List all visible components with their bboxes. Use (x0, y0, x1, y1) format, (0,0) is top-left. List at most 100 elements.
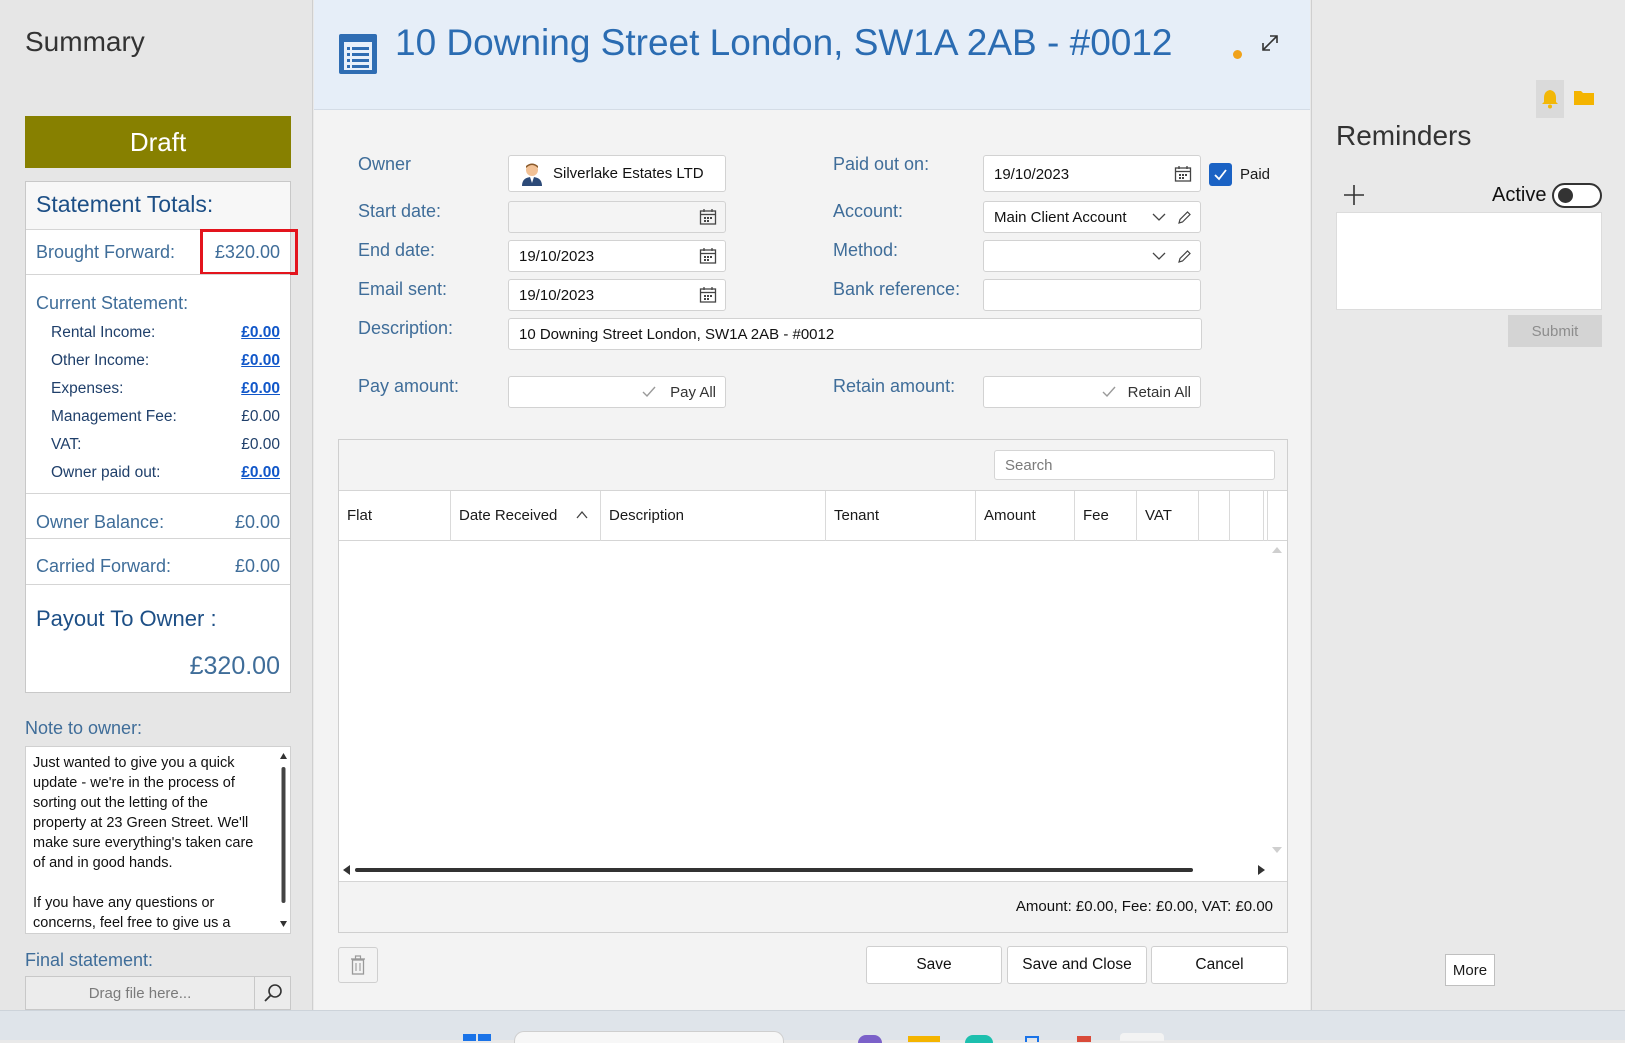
add-icon[interactable] (1343, 184, 1365, 206)
column-header-label: Date Received (459, 507, 558, 524)
pay-all-button[interactable]: Pay All (670, 384, 716, 401)
horizontal-scrollbar[interactable] (343, 863, 1265, 877)
app-icon[interactable] (1025, 1036, 1039, 1042)
submit-button[interactable]: Submit (1508, 315, 1602, 347)
vertical-scrollbar[interactable] (1271, 545, 1283, 857)
start-date-label: Start date: (358, 201, 442, 221)
column-divider (1264, 491, 1268, 541)
owner-label: Owner (358, 154, 412, 174)
grid-search-input[interactable]: Search (994, 450, 1275, 480)
carried-forward-label: Carried Forward: (36, 556, 172, 576)
status-badge[interactable]: Draft (25, 116, 291, 168)
end-date-label: End date: (358, 240, 436, 260)
summary-panel: Summary Draft Statement Totals: Brought … (0, 0, 313, 1010)
cancel-button[interactable]: Cancel (1151, 946, 1288, 984)
summary-line-label: VAT: (51, 436, 82, 453)
column-header-amount[interactable]: Amount (976, 491, 1075, 541)
current-statement-label: Current Statement: (36, 293, 189, 313)
app-icon[interactable] (1077, 1036, 1091, 1042)
owner-field[interactable]: Silverlake Estates LTD (508, 155, 726, 192)
summary-line: Management Fee: £0.00 (51, 408, 280, 426)
active-label: Active (1492, 184, 1547, 206)
pay-amount-field[interactable]: Pay All (508, 376, 726, 408)
calendar-icon[interactable] (699, 247, 717, 265)
note-scrollbar[interactable] (280, 753, 287, 929)
retain-amount-field[interactable]: Retain All (983, 376, 1201, 408)
other-income-link[interactable]: £0.00 (241, 352, 280, 370)
title-bar: 10 Downing Street London, SW1A 2AB - #00… (314, 0, 1310, 110)
summary-line-label: Rental Income: (51, 324, 156, 341)
paid-checkbox[interactable] (1209, 163, 1232, 186)
email-sent-value: 19/10/2023 (519, 287, 595, 304)
expand-icon[interactable] (1259, 32, 1281, 54)
description-field[interactable]: 10 Downing Street London, SW1A 2AB - #00… (508, 318, 1202, 350)
account-select[interactable]: Main Client Account (983, 201, 1201, 233)
method-label: Method: (833, 240, 899, 260)
paid-out-label: Paid out on: (833, 154, 930, 174)
end-date-value: 19/10/2023 (519, 248, 595, 265)
column-header-description[interactable]: Description (601, 491, 826, 541)
email-sent-field[interactable]: 19/10/2023 (508, 279, 726, 311)
app-icon[interactable] (858, 1035, 882, 1043)
owner-value: Silverlake Estates LTD (553, 165, 704, 182)
trash-icon (351, 955, 365, 975)
reminder-input[interactable] (1336, 212, 1602, 310)
folder-icon[interactable] (1573, 88, 1595, 106)
column-header-flat[interactable]: Flat (339, 491, 451, 541)
column-header-extra[interactable] (1199, 491, 1230, 541)
bank-reference-field[interactable] (983, 279, 1201, 311)
column-header-extra[interactable] (1230, 491, 1264, 541)
paid-out-value: 19/10/2023 (994, 166, 1070, 183)
save-and-close-button[interactable]: Save and Close (1007, 946, 1147, 984)
statement-icon (339, 34, 377, 74)
end-date-field[interactable]: 19/10/2023 (508, 240, 726, 272)
management-fee-value: £0.00 (241, 408, 280, 425)
rental-income-link[interactable]: £0.00 (241, 324, 280, 342)
chevron-down-icon[interactable] (1152, 251, 1166, 261)
active-toggle[interactable] (1552, 183, 1602, 208)
current-statement-row: Current Statement: (36, 293, 280, 314)
app-icon[interactable] (965, 1035, 993, 1043)
calendar-icon[interactable] (699, 208, 717, 226)
note-to-owner-textarea[interactable]: Just wanted to give you a quick update -… (25, 746, 291, 934)
brought-forward-label: Brought Forward: (36, 242, 176, 262)
edit-icon[interactable] (1177, 249, 1192, 264)
final-statement-label: Final statement: (25, 950, 154, 970)
column-header-fee[interactable]: Fee (1075, 491, 1137, 541)
column-header-date-received[interactable]: Date Received (451, 491, 601, 541)
edit-icon[interactable] (1177, 210, 1192, 225)
calendar-icon[interactable] (1174, 165, 1192, 183)
more-button[interactable]: More (1445, 954, 1495, 986)
description-value: 10 Downing Street London, SW1A 2AB - #00… (519, 326, 835, 343)
expenses-link[interactable]: £0.00 (241, 380, 280, 398)
calendar-icon[interactable] (699, 286, 717, 304)
folder-icon[interactable] (908, 1036, 940, 1042)
chevron-down-icon[interactable] (1152, 212, 1166, 222)
retain-all-button[interactable]: Retain All (1128, 384, 1191, 401)
browse-file-button[interactable] (254, 977, 290, 1009)
save-button[interactable]: Save (866, 946, 1002, 984)
pay-amount-label: Pay amount: (358, 376, 460, 396)
owner-paid-out-link[interactable]: £0.00 (241, 464, 280, 482)
notifications-tab[interactable] (1536, 80, 1564, 118)
summary-line-label: Other Income: (51, 352, 150, 369)
note-label: Note to owner: (25, 718, 143, 738)
reminders-title: Reminders (1336, 120, 1472, 151)
check-icon (1102, 386, 1116, 398)
paid-out-field[interactable]: 19/10/2023 (983, 155, 1201, 192)
summary-line-label: Expenses: (51, 380, 124, 397)
file-drop-zone[interactable]: Drag file here... (25, 976, 291, 1010)
taskbar-search[interactable] (514, 1031, 784, 1043)
owner-balance-label: Owner Balance: (36, 512, 165, 532)
note-text[interactable]: Just wanted to give you a quick update -… (33, 753, 265, 933)
bell-icon (1542, 90, 1558, 109)
grid-totals: Amount: £0.00, Fee: £0.00, VAT: £0.00 (1015, 898, 1273, 915)
delete-button[interactable] (338, 947, 378, 983)
column-header-vat[interactable]: VAT (1137, 491, 1199, 541)
summary-line: Other Income: £0.00 (51, 352, 280, 370)
column-header-tenant[interactable]: Tenant (826, 491, 976, 541)
payout-row: Payout To Owner : (36, 606, 280, 632)
start-date-field[interactable] (508, 201, 726, 233)
summary-line: VAT: £0.00 (51, 436, 280, 454)
method-select[interactable] (983, 240, 1201, 272)
